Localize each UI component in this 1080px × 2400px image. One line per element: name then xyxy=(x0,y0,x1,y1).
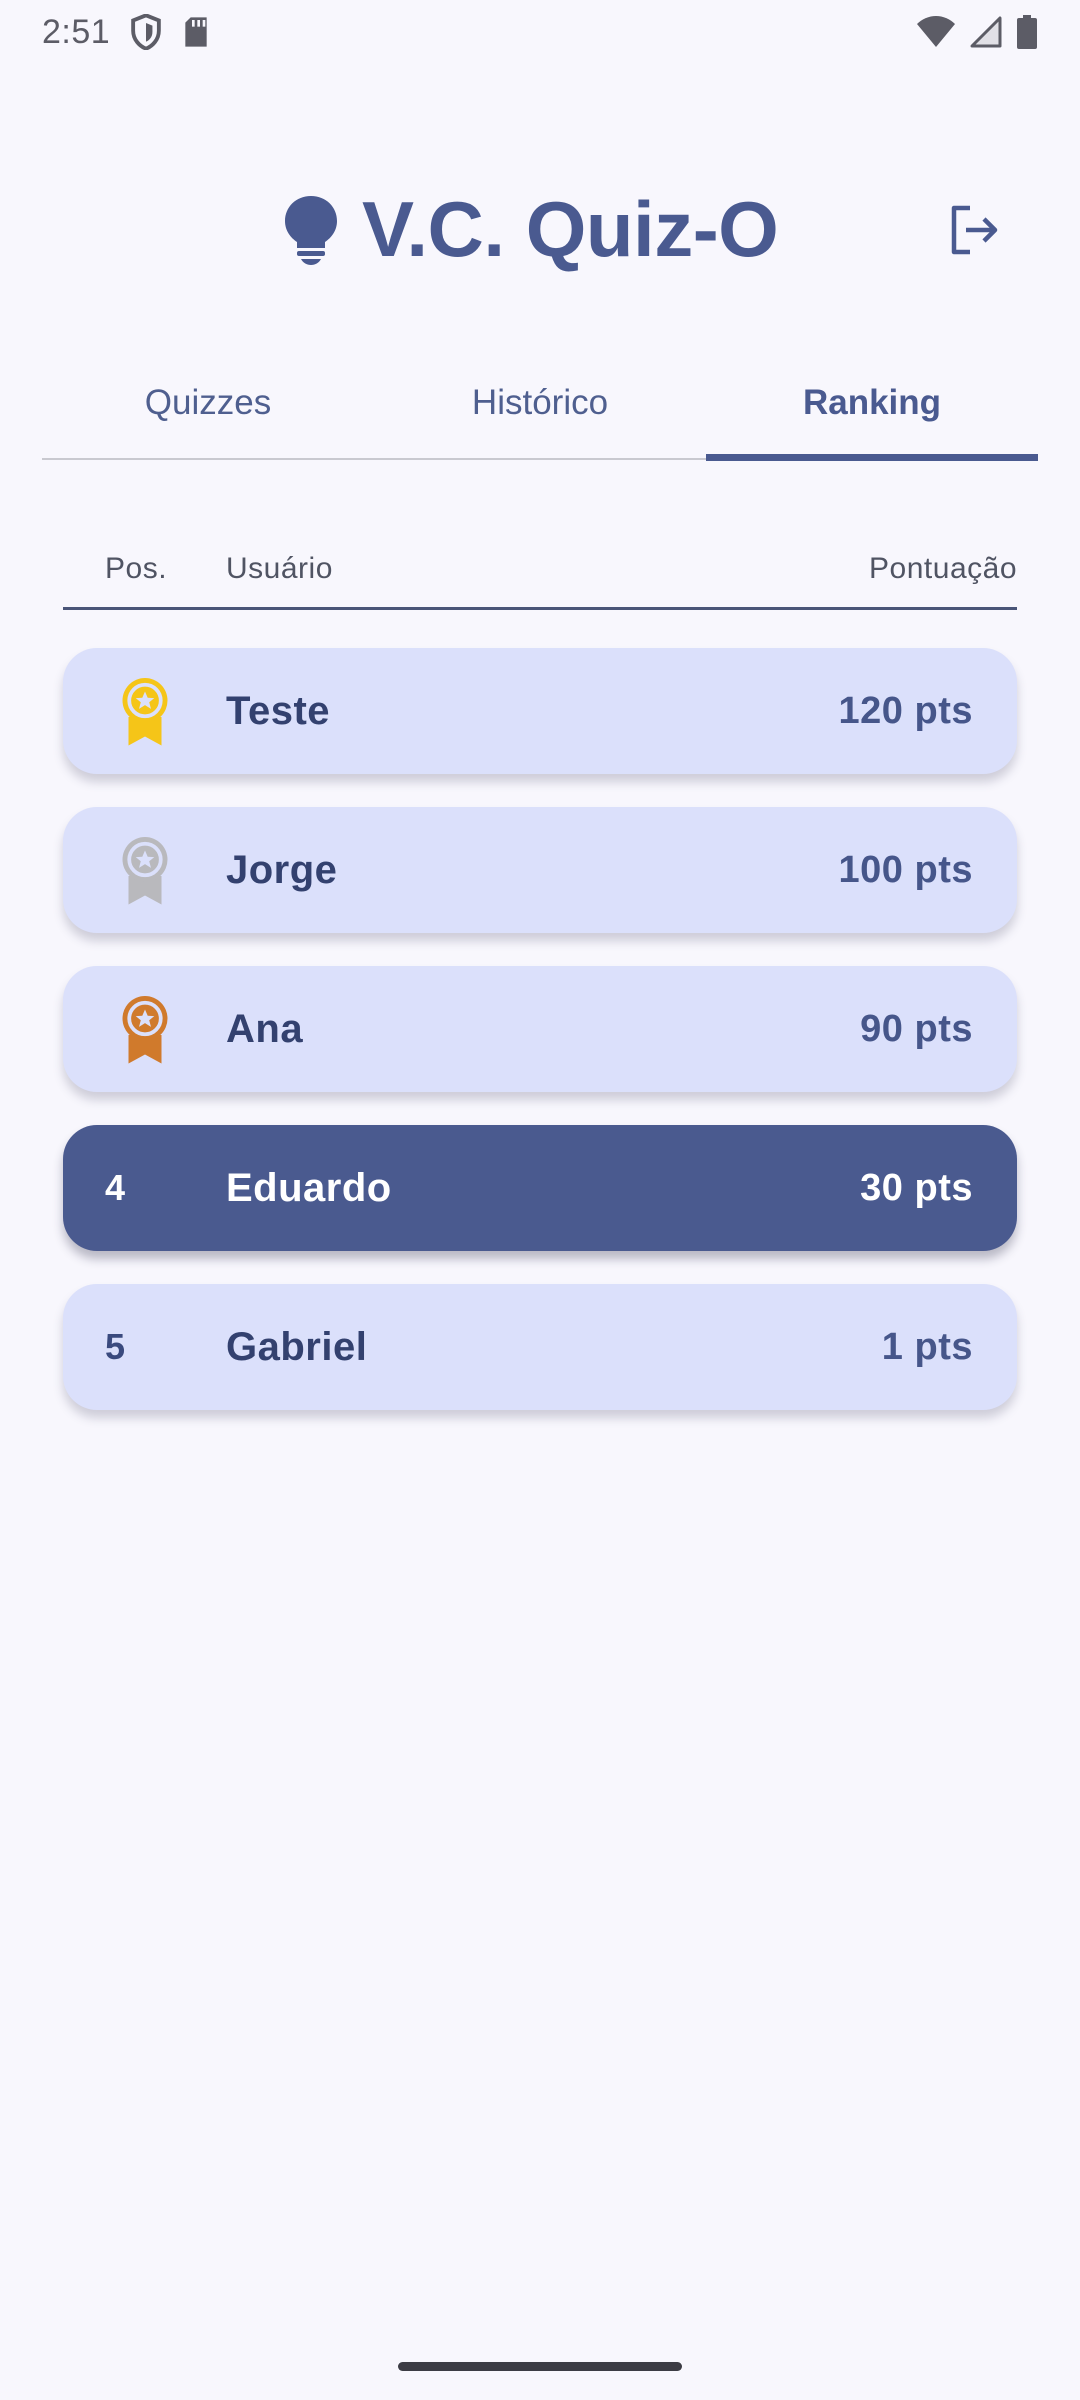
status-bar: 2:51 xyxy=(0,0,1080,64)
ranking-row[interactable]: Ana 90 pts xyxy=(63,966,1017,1092)
ranking-row[interactable]: 5 Gabriel 1 pts xyxy=(63,1284,1017,1410)
lightbulb-icon xyxy=(285,195,337,265)
sd-card-icon xyxy=(185,17,207,47)
home-indicator[interactable] xyxy=(398,2362,682,2371)
ranking-list: Teste 120 pts Jorge 100 pts Ana 90 pts 4… xyxy=(63,648,1017,1443)
row-score: 1 pts xyxy=(881,1325,973,1368)
row-score: 30 pts xyxy=(860,1166,973,1209)
shield-icon xyxy=(131,14,161,50)
app-header: V.C. Quiz-O xyxy=(0,170,1080,290)
row-score: 120 pts xyxy=(838,689,973,732)
silver-medal-icon xyxy=(122,837,168,905)
column-score: Pontuação xyxy=(869,551,1017,585)
row-score: 100 pts xyxy=(838,848,973,891)
wifi-icon xyxy=(917,16,955,47)
brand: V.C. Quiz-O xyxy=(282,184,779,275)
tab-bar: Quizzes Histórico Ranking xyxy=(42,348,1038,461)
row-user-name: Teste xyxy=(226,688,331,733)
tab-historico[interactable]: Histórico xyxy=(374,348,706,458)
cell-signal-icon xyxy=(970,16,1002,48)
ranking-screen: 2:51 V.C. Quiz-O Quizzes Histórico Ranki… xyxy=(0,0,1080,2400)
gold-medal-icon xyxy=(122,678,168,746)
row-position xyxy=(63,993,226,1065)
row-score: 90 pts xyxy=(860,1007,973,1050)
row-user-name: Jorge xyxy=(226,847,338,892)
ranking-row[interactable]: Teste 120 pts xyxy=(63,648,1017,774)
column-position: Pos. xyxy=(105,551,168,585)
row-position xyxy=(63,675,226,747)
status-right xyxy=(916,15,1038,49)
ranking-row[interactable]: Jorge 100 pts xyxy=(63,807,1017,933)
row-user-name: Gabriel xyxy=(226,1324,368,1369)
battery-icon xyxy=(1017,15,1037,49)
tab-ranking[interactable]: Ranking xyxy=(706,348,1038,461)
row-position: 4 xyxy=(105,1167,126,1208)
ranking-column-header: Pos. Usuário Pontuação xyxy=(63,530,1017,610)
tab-ranking-label: Ranking xyxy=(802,383,942,422)
logout-icon xyxy=(951,205,998,255)
logout-button[interactable] xyxy=(944,200,1004,260)
app-title: V.C. Quiz-O xyxy=(362,185,779,273)
row-position xyxy=(63,834,226,906)
row-position: 5 xyxy=(105,1326,126,1367)
column-user: Usuário xyxy=(226,551,333,585)
tab-quizzes-label: Quizzes xyxy=(144,383,272,422)
tab-historico-label: Histórico xyxy=(471,383,609,422)
row-user-name: Eduardo xyxy=(226,1165,392,1210)
status-time: 2:51 xyxy=(42,12,111,51)
ranking-row-current-user[interactable]: 4 Eduardo 30 pts xyxy=(63,1125,1017,1251)
row-user-name: Ana xyxy=(226,1006,304,1051)
status-left: 2:51 xyxy=(42,13,210,52)
bronze-medal-icon xyxy=(122,996,168,1064)
tab-quizzes[interactable]: Quizzes xyxy=(42,348,374,458)
